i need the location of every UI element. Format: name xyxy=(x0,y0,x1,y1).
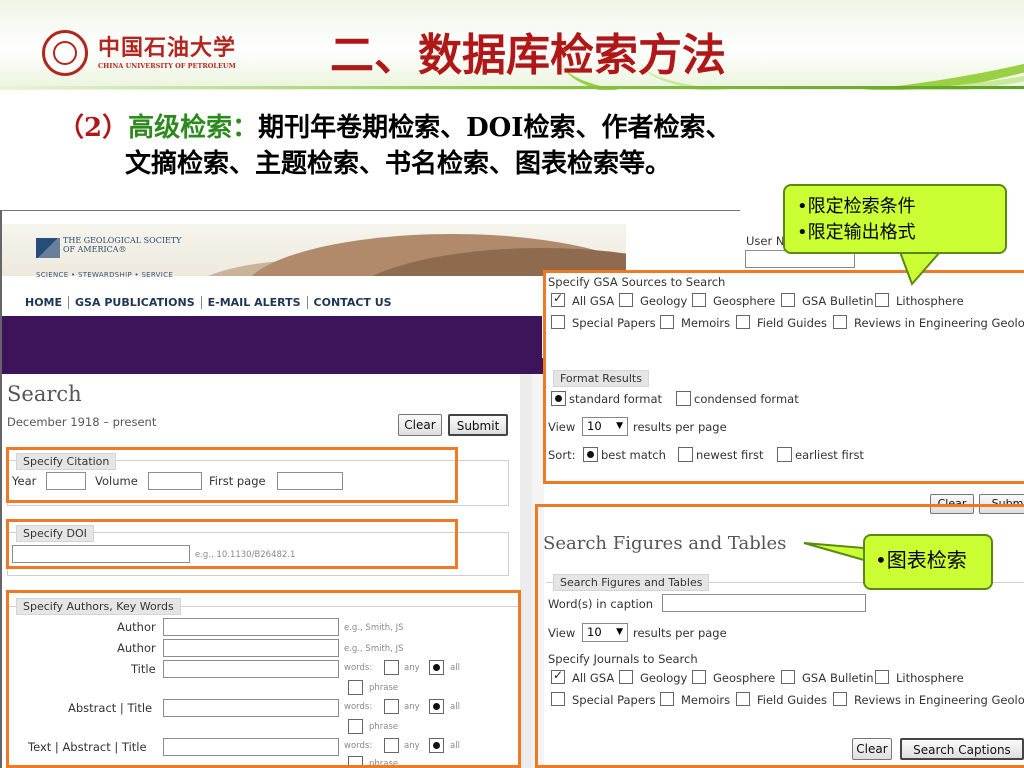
callout-conditions: •限定检索条件 •限定输出格式 xyxy=(783,184,1007,254)
callout-line-1: •限定检索条件 xyxy=(797,196,916,217)
callout-right-pointer xyxy=(803,542,865,562)
callout-pointers xyxy=(803,251,943,562)
callout-top-pointer xyxy=(898,251,943,286)
callout-figure-search: •图表检索 xyxy=(863,534,993,590)
callout-line-2: •限定输出格式 xyxy=(797,222,916,243)
